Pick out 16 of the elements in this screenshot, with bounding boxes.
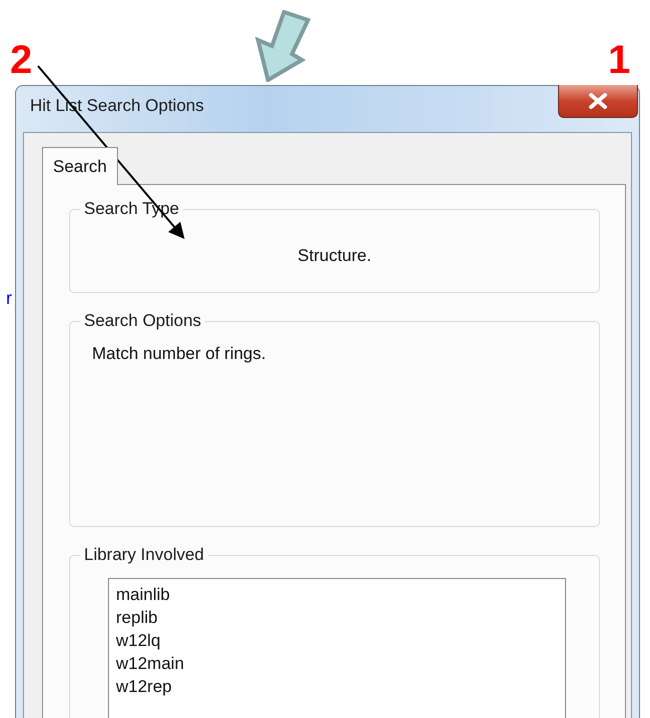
annotation-number: 2 xyxy=(10,38,32,83)
list-item[interactable]: replib xyxy=(116,606,558,629)
close-icon xyxy=(587,93,609,109)
list-item[interactable]: mainlib xyxy=(116,583,558,606)
list-item[interactable]: w12lq xyxy=(116,629,558,652)
close-button[interactable] xyxy=(558,85,638,118)
group-title: Library Involved xyxy=(80,545,208,565)
search-options-text: Match number of rings. xyxy=(92,344,267,364)
pointer-arrow-icon xyxy=(254,10,312,82)
annotation-number: 1 xyxy=(608,38,630,83)
group-title: Search Options xyxy=(80,311,206,331)
list-item[interactable]: w12main xyxy=(116,652,558,675)
search-type-value: Structure. xyxy=(296,246,372,266)
background-text: r xyxy=(6,288,12,309)
tab[interactable]: Search xyxy=(42,147,118,185)
list-item[interactable]: w12rep xyxy=(116,675,558,698)
